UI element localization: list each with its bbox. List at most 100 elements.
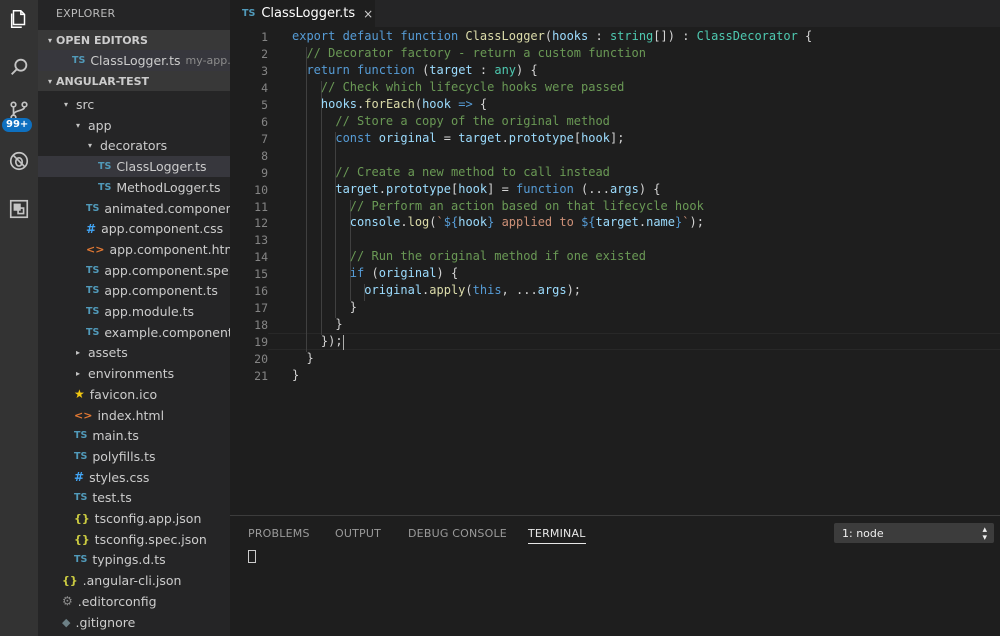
line-number: 19 xyxy=(254,335,268,350)
tree-item[interactable]: ▸ assets xyxy=(38,342,230,363)
debug-icon[interactable] xyxy=(0,142,38,180)
tab-bar: TS ClassLogger.ts × xyxy=(230,0,1000,27)
tree-item-label: environments xyxy=(88,366,175,382)
chevron-down-icon: ▾ xyxy=(47,35,52,45)
line-number: 2 xyxy=(261,46,268,61)
tree-item[interactable]: {} tsconfig.app.json xyxy=(38,508,230,529)
code-line: } xyxy=(292,351,314,366)
tree-item[interactable]: TS animated.componen... xyxy=(38,198,230,219)
line-number: 7 xyxy=(261,131,268,146)
line-number: 12 xyxy=(254,216,268,231)
tree-item-label: polyfills.ts xyxy=(92,448,156,464)
tab-problems[interactable]: PROBLEMS xyxy=(248,527,310,540)
tree-item[interactable]: ⚙ .editorconfig xyxy=(38,591,230,612)
line-number: 1 xyxy=(261,30,268,44)
tab-output[interactable]: OUTPUT xyxy=(335,527,381,540)
line-number: 10 xyxy=(254,182,268,197)
git-file-icon: ◆ xyxy=(62,615,71,629)
tree-item-label: app.component.ts xyxy=(104,283,218,299)
tree-item[interactable]: ▸ environments xyxy=(38,363,230,384)
tree-item[interactable]: TS app.component.spe... xyxy=(38,260,230,281)
code-line: } xyxy=(292,368,300,382)
terminal-cursor[interactable] xyxy=(248,550,256,563)
json-file-icon: {} xyxy=(74,512,90,525)
code-line: } xyxy=(292,317,343,332)
tree-item-label: MethodLogger.ts xyxy=(116,179,221,195)
select-arrows-icon: ▴ ▾ xyxy=(982,525,987,543)
tree-item[interactable]: TS app.component.ts xyxy=(38,280,230,301)
code-line: }); xyxy=(292,334,343,349)
tree-item[interactable]: TS MethodLogger.ts xyxy=(38,177,230,198)
tree-item[interactable]: ▾ src xyxy=(38,94,230,115)
line-number: 4 xyxy=(261,80,268,95)
tree-item[interactable]: TS test.ts xyxy=(38,487,230,508)
chevron-right-icon: ▸ xyxy=(76,369,81,379)
tree-item[interactable]: TS example.component... xyxy=(38,322,230,343)
terminal-select[interactable]: 1: node ▴ ▾ xyxy=(834,523,994,543)
tab-classlogger[interactable]: TS ClassLogger.ts × xyxy=(230,0,375,27)
tree-item[interactable]: ▾ decorators xyxy=(38,135,230,156)
tree-item-label: assets xyxy=(88,345,128,361)
tab-terminal[interactable]: TERMINAL xyxy=(528,527,586,544)
tree-item[interactable]: ◆ .gitignore xyxy=(38,612,230,633)
explorer-title: EXPLORER xyxy=(56,7,116,20)
tree-item-label: app.component.html xyxy=(109,241,230,257)
open-editor-path: my-app... xyxy=(185,54,230,67)
tree-item[interactable]: ▾ app xyxy=(38,115,230,136)
tree-item[interactable]: ★ favicon.ico xyxy=(38,384,230,405)
tree-item[interactable]: <> app.component.html xyxy=(38,239,230,260)
typescript-file-icon: TS xyxy=(72,55,86,66)
typescript-file-icon: TS xyxy=(242,8,256,19)
current-line-highlight xyxy=(268,333,1000,350)
tree-item-label: ClassLogger.ts xyxy=(116,159,207,175)
tree-item-label: app.module.ts xyxy=(104,304,195,319)
tree-item-label: example.component... xyxy=(104,324,230,340)
code-line: target.prototype[hook] = function (...ar… xyxy=(335,181,661,196)
favicon-star-icon: ★ xyxy=(74,387,85,402)
tree-item[interactable]: TS polyfills.ts xyxy=(38,446,230,467)
line-number: 11 xyxy=(254,199,268,214)
typescript-file-icon: TS xyxy=(86,285,100,297)
search-icon[interactable] xyxy=(0,48,38,86)
tree-item[interactable]: TS ClassLogger.ts xyxy=(38,156,230,178)
open-editors-header[interactable]: ▾ OPEN EDITORS xyxy=(38,30,230,50)
tree-item-label: favicon.ico xyxy=(89,386,158,402)
open-editor-item[interactable]: TS ClassLogger.ts my-app... xyxy=(38,50,230,71)
css-file-icon: # xyxy=(86,221,97,236)
tree-item[interactable]: {} tsconfig.spec.json xyxy=(38,529,230,550)
open-editor-name: ClassLogger.ts xyxy=(90,53,181,68)
tree-item[interactable]: TS main.ts xyxy=(38,425,230,446)
tree-item-label: src xyxy=(76,97,95,112)
typescript-file-icon: TS xyxy=(86,202,100,214)
code-line: } xyxy=(292,300,358,315)
code-line: return function (target : any) { xyxy=(306,62,538,77)
line-number: 18 xyxy=(254,318,268,333)
scm-badge: 99+ xyxy=(2,118,33,132)
project-header[interactable]: ▾ ANGULAR-TEST xyxy=(38,71,230,91)
close-icon[interactable]: × xyxy=(363,7,373,21)
typescript-file-icon: TS xyxy=(74,430,88,442)
tab-debug-console[interactable]: DEBUG CONSOLE xyxy=(408,527,507,540)
explorer-sidebar: EXPLORER ▾ OPEN EDITORS TS ClassLogger.t… xyxy=(38,0,230,636)
text-caret xyxy=(342,335,344,351)
typescript-file-icon: TS xyxy=(86,306,100,317)
code-line: // Run the original method if one existe… xyxy=(349,249,647,264)
tree-item[interactable]: # styles.css xyxy=(38,467,230,488)
code-editor[interactable]: 1 export default function ClassLogger(hoo… xyxy=(230,27,1000,515)
code-line: // Create a new method to call instead xyxy=(335,164,610,179)
tree-item-label: app.component.css xyxy=(101,221,224,237)
tree-item[interactable]: <> index.html xyxy=(38,405,230,426)
extensions-icon[interactable] xyxy=(0,190,38,228)
tree-item[interactable]: TS typings.d.ts xyxy=(38,549,230,570)
code-line: if (original) { xyxy=(349,266,459,281)
tree-item[interactable]: # app.component.css xyxy=(38,218,230,239)
line-number: 5 xyxy=(261,97,268,112)
tree-item-label: .angular-cli.json xyxy=(82,573,182,589)
files-icon[interactable] xyxy=(0,0,38,38)
tree-item-label: tsconfig.app.json xyxy=(94,511,202,526)
tree-item-label: index.html xyxy=(97,407,165,423)
line-number: 3 xyxy=(261,63,268,78)
tree-item[interactable]: {} .angular-cli.json xyxy=(38,570,230,591)
tree-item[interactable]: TS app.module.ts xyxy=(38,301,230,322)
terminal-select-value: 1: node xyxy=(842,526,884,540)
